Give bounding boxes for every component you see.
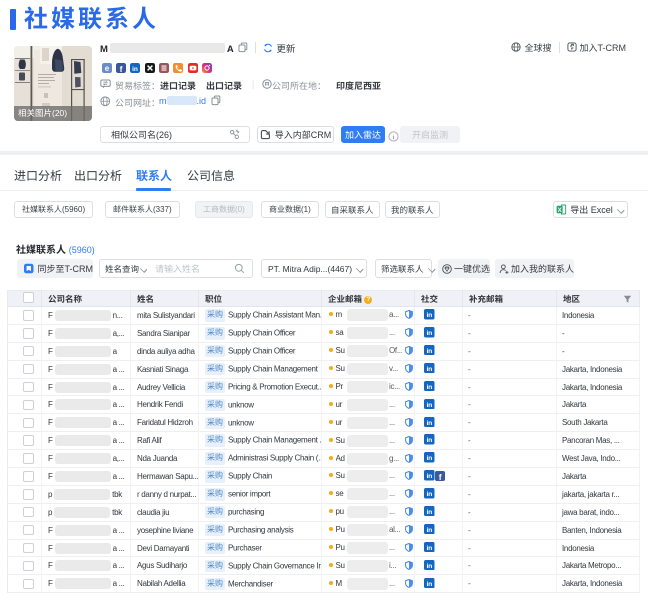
svg-text:in: in <box>427 545 433 552</box>
svg-text:in: in <box>427 312 433 319</box>
svg-text:in: in <box>427 473 433 480</box>
svg-text:in: in <box>427 384 433 391</box>
svg-text:in: in <box>427 438 433 445</box>
svg-text:in: in <box>427 348 433 355</box>
svg-text:in: in <box>427 509 433 516</box>
svg-text:e: e <box>104 64 109 73</box>
svg-text:in: in <box>427 456 433 463</box>
svg-text:in: in <box>427 563 433 570</box>
svg-text:in: in <box>427 581 433 588</box>
svg-text:in: in <box>427 366 433 373</box>
svg-text:f: f <box>119 64 122 73</box>
svg-text:in: in <box>427 491 433 498</box>
svg-text:in: in <box>132 66 138 73</box>
svg-text:in: in <box>427 420 433 427</box>
svg-text:in: in <box>427 527 433 534</box>
svg-text:X: X <box>558 207 563 214</box>
svg-text:in: in <box>427 402 433 409</box>
svg-text:in: in <box>427 330 433 337</box>
